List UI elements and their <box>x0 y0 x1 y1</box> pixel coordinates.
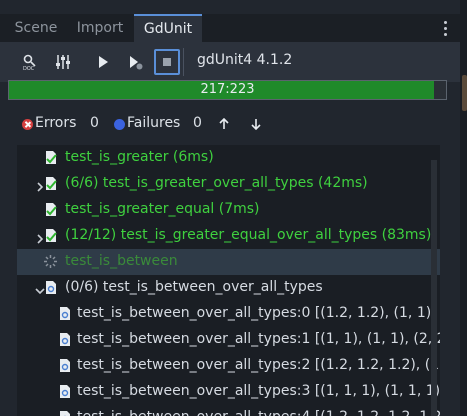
test-tree: test_is_greater (6ms) (6/6) test_is_great… <box>17 145 440 416</box>
test-passed-icon <box>43 176 58 191</box>
tree-row[interactable]: test_is_between_over_all_types:0 [(1.2, … <box>17 301 440 327</box>
next-failure-button[interactable] <box>248 115 264 133</box>
debug-run-button[interactable] <box>122 49 148 75</box>
test-pending-icon <box>57 358 72 373</box>
arrow-down-icon <box>251 119 261 130</box>
tree-row[interactable]: test_is_between_over_all_types:3 [(1, 1,… <box>17 379 440 405</box>
tree-row-label: test_is_greater_equal (7ms) <box>65 201 260 217</box>
doc-button[interactable]: DOC <box>18 49 44 75</box>
tab-import[interactable]: Import <box>68 14 132 42</box>
tree-row-label: test_is_between_over_all_types:0 [(1.2, … <box>77 305 440 321</box>
tree-row-label: test_is_between_over_all_types:2 [(1.2, … <box>77 357 440 373</box>
test-pending-icon <box>43 280 58 295</box>
run-button[interactable] <box>90 49 116 75</box>
tab-menu-icon[interactable] <box>441 18 449 40</box>
previous-failure-button[interactable] <box>216 115 232 133</box>
test-passed-icon <box>43 228 58 243</box>
tab-gdunit[interactable]: GdUnit <box>134 14 202 42</box>
tree-row-label: test_is_greater (6ms) <box>65 149 214 165</box>
tab-scene[interactable]: Scene <box>6 14 66 42</box>
failures-count: 0 <box>193 115 202 131</box>
tree-row-label: (0/6) test_is_between_over_all_types <box>65 279 323 295</box>
error-icon <box>22 119 33 130</box>
tree-row[interactable]: (6/6) test_is_greater_over_all_types (42… <box>17 171 440 197</box>
tree-row[interactable]: (0/6) test_is_between_over_all_types <box>17 275 440 301</box>
test-passed-icon <box>43 202 58 217</box>
dock-tab-bar: Scene Import GdUnit <box>0 14 460 42</box>
tree-row[interactable]: test_is_between_over_all_types:2 [(1.2, … <box>17 353 440 379</box>
failures-label: Failures <box>127 115 181 131</box>
doc-icon: DOC <box>23 54 36 71</box>
viewport-handle[interactable] <box>462 75 467 111</box>
test-pending-icon <box>57 410 72 416</box>
errors-count: 0 <box>90 115 99 131</box>
tree-row[interactable]: test_is_between <box>17 249 440 275</box>
settings-icon <box>56 55 70 69</box>
editor-right-edge <box>460 0 467 416</box>
tree-row-label: test_is_between_over_all_types:3 [(1, 1,… <box>77 383 440 399</box>
svg-text:DOC: DOC <box>23 66 35 71</box>
tree-scrollbar[interactable] <box>431 160 437 416</box>
tree-row[interactable]: (12/12) test_is_greater_equal_over_all_t… <box>17 223 440 249</box>
tree-row[interactable]: test_is_greater_equal (7ms) <box>17 197 440 223</box>
version-label: gdUnit4 4.1.2 <box>197 52 293 68</box>
tree-row-label: test_is_between <box>65 253 178 269</box>
toolbar-separator <box>183 48 184 76</box>
errors-label: Errors <box>35 115 77 131</box>
test-passed-icon <box>43 150 58 165</box>
test-running-icon <box>43 254 58 269</box>
test-pending-icon <box>57 306 72 321</box>
play-icon <box>99 56 108 68</box>
tree-row-label: test_is_between_over_all_types:4 [(1.2, … <box>77 409 440 416</box>
stop-button[interactable] <box>154 49 180 75</box>
tree-row-label: test_is_between_over_all_types:1 [(1, 1)… <box>77 331 440 347</box>
stop-icon <box>163 58 171 66</box>
settings-button[interactable] <box>50 49 76 75</box>
tree-row-label: (12/12) test_is_greater_equal_over_all_t… <box>65 227 432 243</box>
tree-row[interactable]: test_is_between_over_all_types:1 [(1, 1)… <box>17 327 440 353</box>
tree-row[interactable]: test_is_between_over_all_types:4 [(1.2, … <box>17 405 440 416</box>
arrow-up-icon <box>219 118 229 129</box>
debug-run-icon <box>130 56 143 70</box>
test-pending-icon <box>57 384 72 399</box>
test-pending-icon <box>57 332 72 347</box>
progress-bar: 217:223 <box>8 80 447 100</box>
tree-row[interactable]: test_is_greater (6ms) <box>17 145 440 171</box>
failure-icon <box>114 119 125 130</box>
tree-row-label: (6/6) test_is_greater_over_all_types (42… <box>65 175 368 191</box>
progress-text: 217:223 <box>200 82 255 97</box>
